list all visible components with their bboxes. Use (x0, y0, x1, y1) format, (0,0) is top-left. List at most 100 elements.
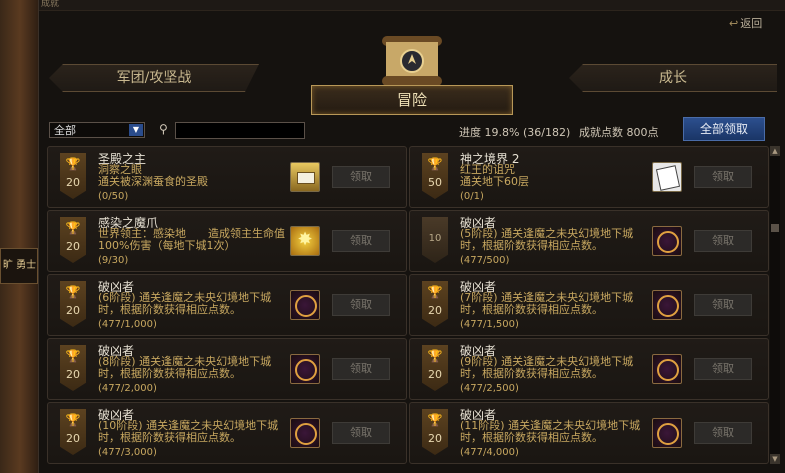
scroll-emblem-icon (382, 36, 442, 86)
achievement-desc: 红王的诅咒 通关地下60层 (460, 163, 529, 188)
back-label: 返回 (740, 17, 763, 30)
achievement-window: 成就 ↩ 返回 军团/攻坚战 成长 冒险 全部 ▼ ⚲ 进度 19.8% (36/1… (38, 0, 785, 473)
medal-points: 20 (66, 176, 80, 189)
medal-badge: 🏆 20 (422, 345, 448, 391)
medal-badge: 🏆 20 (60, 281, 86, 327)
medal-points: 20 (66, 240, 80, 253)
claim-button[interactable]: 领取 (694, 358, 752, 380)
claim-button[interactable]: 领取 (694, 166, 752, 188)
progress-text: 进度 19.8% (36/182) (459, 124, 570, 140)
achievement-card[interactable]: 🏆 20 破凶者 (9阶段) 通关逢魔之未央幻境地下城时，根据阶数获得相应点数。 (47… (409, 338, 769, 400)
achievement-card[interactable]: 🏆 20 破凶者 (6阶段) 通关逢魔之未央幻境地下城时，根据阶数获得相应点数。 (47… (47, 274, 407, 336)
claim-button[interactable]: 领取 (332, 294, 390, 316)
points-value: 800点 (626, 126, 659, 139)
tab-adventure[interactable]: 冒险 (311, 85, 513, 115)
symbol-icon (290, 354, 320, 384)
medal-points: 20 (428, 304, 442, 317)
trophy-icon: 🏆 (427, 285, 443, 299)
points-label: 成就点数 (579, 126, 623, 139)
trophy-icon: 🏆 (427, 413, 443, 427)
category-filter-select[interactable]: 全部 ▼ (49, 122, 145, 138)
achievement-progress: (477/3,000) (98, 447, 157, 458)
achievement-desc: (11阶段) 通关逢魔之未央幻境地下城时，根据阶数获得相应点数。 (460, 419, 641, 444)
paper-icon (652, 162, 682, 192)
search-icon: ⚲ (159, 122, 168, 136)
background-scenery: 旷 勇士 (0, 0, 40, 473)
claim-button[interactable]: 领取 (332, 358, 390, 380)
symbol-icon (652, 226, 682, 256)
medal-points: 20 (428, 432, 442, 445)
medal-badge: 10 (422, 217, 448, 263)
achievement-progress: (477/1,000) (98, 319, 157, 330)
medal-points: 20 (66, 432, 80, 445)
claim-button[interactable]: 领取 (694, 422, 752, 444)
trophy-icon: 🏆 (65, 413, 81, 427)
medal-points: 20 (428, 368, 442, 381)
medal-badge: 🏆 20 (422, 281, 448, 327)
side-sign: 旷 勇士 (0, 248, 38, 284)
claim-button[interactable]: 领取 (332, 166, 390, 188)
achievement-card[interactable]: 🏆 20 破凶者 (10阶段) 通关逢魔之未央幻境地下城时，根据阶数获得相应点数。 (4… (47, 402, 407, 464)
medal-points: 20 (66, 304, 80, 317)
achievement-progress: (477/1,500) (460, 319, 519, 330)
medal-badge: 🏆 20 (60, 345, 86, 391)
achievement-progress: (477/2,500) (460, 383, 519, 394)
title-bar: 成就 (39, 0, 785, 11)
medal-points: 10 (428, 233, 442, 244)
side-sign-text: 旷 勇士 (3, 260, 37, 271)
achievement-desc: (5阶段) 通关逢魔之未央幻境地下城时，根据阶数获得相应点数。 (460, 227, 634, 252)
trophy-icon: 🏆 (427, 157, 443, 171)
trophy-icon: 🏆 (65, 221, 81, 235)
progress-label: 进度 (459, 126, 481, 139)
achievement-card[interactable]: 🏆 20 破凶者 (8阶段) 通关逢魔之未央幻境地下城时，根据阶数获得相应点数。 (47… (47, 338, 407, 400)
medal-badge: 🏆 20 (422, 409, 448, 455)
achievement-desc: (6阶段) 通关逢魔之未央幻境地下城时，根据阶数获得相应点数。 (98, 291, 272, 316)
tab-legion[interactable]: 军团/攻坚战 (49, 64, 259, 92)
claim-button[interactable]: 领取 (332, 230, 390, 252)
symbol-icon (652, 354, 682, 384)
achievement-card[interactable]: 10 破凶者 (5阶段) 通关逢魔之未央幻境地下城时，根据阶数获得相应点数。 (477… (409, 210, 769, 272)
progress-count: (36/182) (522, 126, 571, 139)
claim-button[interactable]: 领取 (694, 294, 752, 316)
achievement-card[interactable]: 🏆 20 感染之魔爪 世界领主：感染地 造成领主生命值100%伤害（每地下城1次） (9… (47, 210, 407, 272)
achievement-desc: (9阶段) 通关逢魔之未央幻境地下城时，根据阶数获得相应点数。 (460, 355, 634, 380)
achievement-card[interactable]: 🏆 20 破凶者 (7阶段) 通关逢魔之未央幻境地下城时，根据阶数获得相应点数。 (47… (409, 274, 769, 336)
scroll-up-icon[interactable]: ▲ (770, 146, 780, 156)
claim-button[interactable]: 领取 (332, 422, 390, 444)
claim-button[interactable]: 领取 (694, 230, 752, 252)
symbol-icon (290, 418, 320, 448)
scroll-down-icon[interactable]: ▼ (770, 454, 780, 464)
points-text: 成就点数 800点 (579, 124, 659, 140)
achievement-desc: 世界领主：感染地 造成领主生命值100%伤害（每地下城1次） (98, 227, 285, 252)
claim-all-button[interactable]: 全部领取 (683, 117, 765, 141)
star-icon: ✸ (290, 226, 320, 256)
achievement-desc: (10阶段) 通关逢魔之未央幻境地下城时，根据阶数获得相应点数。 (98, 419, 279, 444)
achievement-progress: (9/30) (98, 255, 129, 266)
medal-badge: 🏆 50 (422, 153, 448, 199)
back-arrow-icon: ↩ (729, 17, 739, 30)
achievement-desc: (8阶段) 通关逢魔之未央幻境地下城时，根据阶数获得相应点数。 (98, 355, 272, 380)
back-button[interactable]: ↩ 返回 (729, 15, 762, 31)
achievement-card[interactable]: 🏆 50 神之境界 2 红王的诅咒 通关地下60层 (0/1) 领取 (409, 146, 769, 208)
medal-points: 20 (66, 368, 80, 381)
achievement-progress: (477/4,000) (460, 447, 519, 458)
trophy-icon: 🏆 (427, 349, 443, 363)
symbol-icon (652, 418, 682, 448)
search-input[interactable] (175, 122, 305, 139)
chest-icon (290, 162, 320, 192)
achievement-card[interactable]: 🏆 20 破凶者 (11阶段) 通关逢魔之未央幻境地下城时，根据阶数获得相应点数。 (4… (409, 402, 769, 464)
medal-badge: 🏆 20 (60, 409, 86, 455)
symbol-icon (290, 290, 320, 320)
tab-growth[interactable]: 成长 (569, 64, 777, 92)
scroll-thumb[interactable] (771, 224, 779, 232)
achievement-progress: (477/500) (460, 255, 510, 266)
achievement-progress: (0/1) (460, 191, 484, 202)
scrollbar[interactable]: ▲ ▼ (770, 146, 780, 464)
filter-selected: 全部 (54, 124, 76, 137)
trophy-icon: 🏆 (65, 157, 81, 171)
medal-badge: 🏆 20 (60, 153, 86, 199)
trophy-icon: 🏆 (65, 349, 81, 363)
achievement-card[interactable]: 🏆 20 圣殿之主 洞察之眼 通关被深渊蚕食的圣殿 (0/50) 领取 (47, 146, 407, 208)
achievement-progress: (477/2,000) (98, 383, 157, 394)
progress-percent: 19.8% (484, 126, 520, 139)
